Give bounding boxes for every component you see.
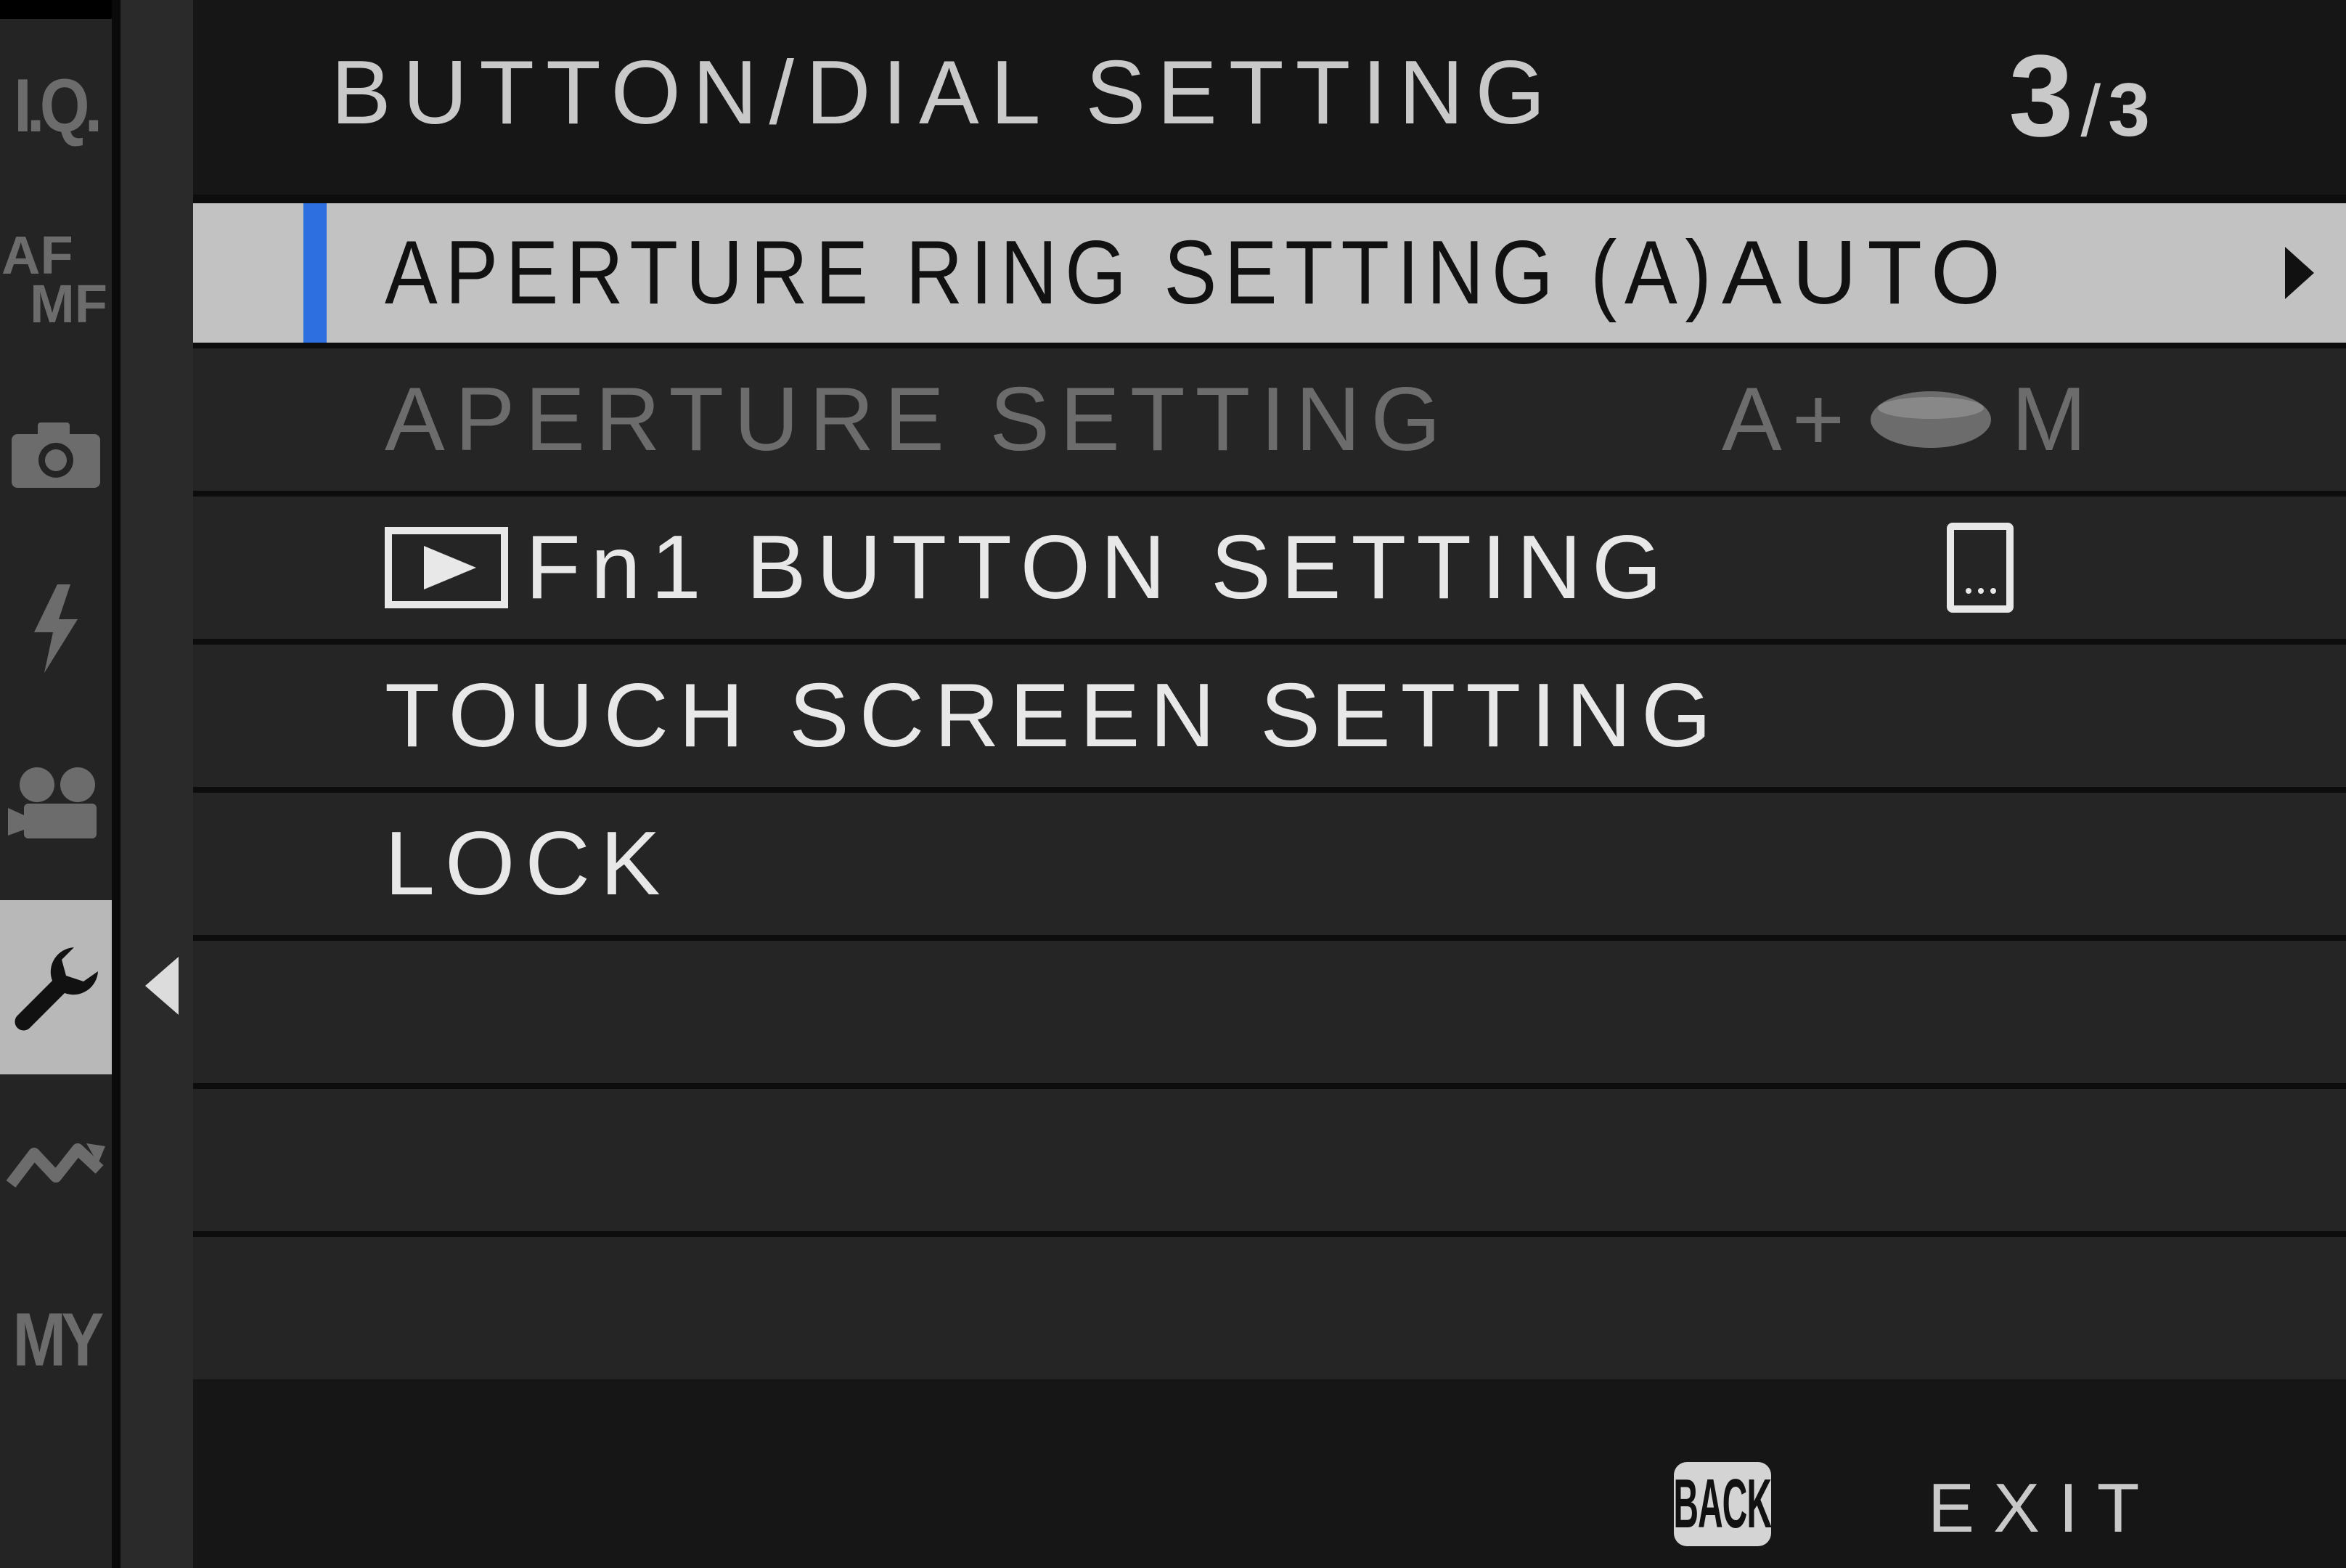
value-prefix: A+ [1722,369,1855,470]
wrench-icon [15,947,98,1031]
menu-item-fn1-button-setting[interactable]: Fn1 BUTTON SETTING [193,491,2346,639]
sidebar-item-af-mf[interactable]: AF MF [0,193,112,367]
menu-item-label: TOUCH SCREEN SETTING [385,666,1722,766]
menu-item-empty [193,1083,2346,1231]
aperture-ring-icon [1871,391,1992,448]
menu-item-value: AUTO [1722,223,2011,323]
menu-item-touch-screen-setting[interactable]: TOUCH SCREEN SETTING [193,639,2346,787]
my-menu-icon: MY [12,1298,105,1382]
menu-footer: BACK EXIT [193,1445,2346,1568]
sidebar-divider [112,0,120,1568]
playback-icon [385,527,508,608]
af-mf-icon: AF MF [1,225,107,334]
settings-menu-list: APERTURE RING SETTING (A) AUTO APERTURE … [193,195,2346,1445]
value-suffix: M [2011,369,2097,470]
sidebar-item-movie[interactable] [0,716,112,890]
page-title: BUTTON/DIAL SETTING [331,43,1557,143]
connection-icon [6,1143,105,1188]
menu-item-label: Fn1 BUTTON SETTING [526,518,1672,618]
page-total: 3 [2108,68,2150,152]
image-quality-icon: I.Q. [14,64,102,148]
menu-item-empty [193,1231,2346,1379]
menu-item-aperture-ring-setting[interactable]: APERTURE RING SETTING (A) AUTO [193,195,2346,343]
menu-item-empty [193,935,2346,1083]
back-to-categories-arrow-icon[interactable] [145,957,179,1015]
sidebar-item-image-quality[interactable]: I.Q. [0,19,112,193]
category-sidebar: I.Q. AF MF MY [0,0,112,1568]
selection-indicator [303,203,327,343]
menu-item-label-group: Fn1 BUTTON SETTING [385,523,1672,613]
menu-item-value: A+ M [1722,375,2096,465]
menu-item-value [1722,523,2014,613]
menu-item-label: APERTURE SETTING [385,369,1451,470]
menu-item-aperture-setting[interactable]: APERTURE SETTING A+ M [193,343,2346,491]
sidebar-item-flash[interactable] [0,542,112,716]
page-current: 3 [2008,30,2074,160]
sidebar-item-setup[interactable] [0,900,112,1074]
flash-icon [34,584,78,673]
menu-item-lock[interactable]: LOCK [193,787,2346,935]
smartphone-icon [1947,523,2014,613]
exit-label: EXIT [1928,1469,2159,1547]
chevron-right-icon [2285,247,2314,299]
sidebar-item-shooting[interactable] [0,367,112,542]
movie-icon [8,767,97,838]
menu-item-label: APERTURE RING SETTING (A) [385,223,1720,323]
page-indicator: 3/3 [2008,38,2150,154]
menu-item-label: LOCK [385,814,671,914]
sidebar-gutter [120,0,193,1568]
back-button-label: BACK [1674,1465,1771,1543]
page-separator: / [2080,70,2101,152]
camera-icon [12,422,100,488]
sidebar-item-connection[interactable] [0,1079,112,1253]
menu-header: BUTTON/DIAL SETTING 3/3 [193,0,2346,195]
sidebar-item-my-menu[interactable]: MY [0,1253,112,1427]
sidebar-top-strip [0,0,112,19]
back-button[interactable]: BACK [1674,1462,1771,1546]
